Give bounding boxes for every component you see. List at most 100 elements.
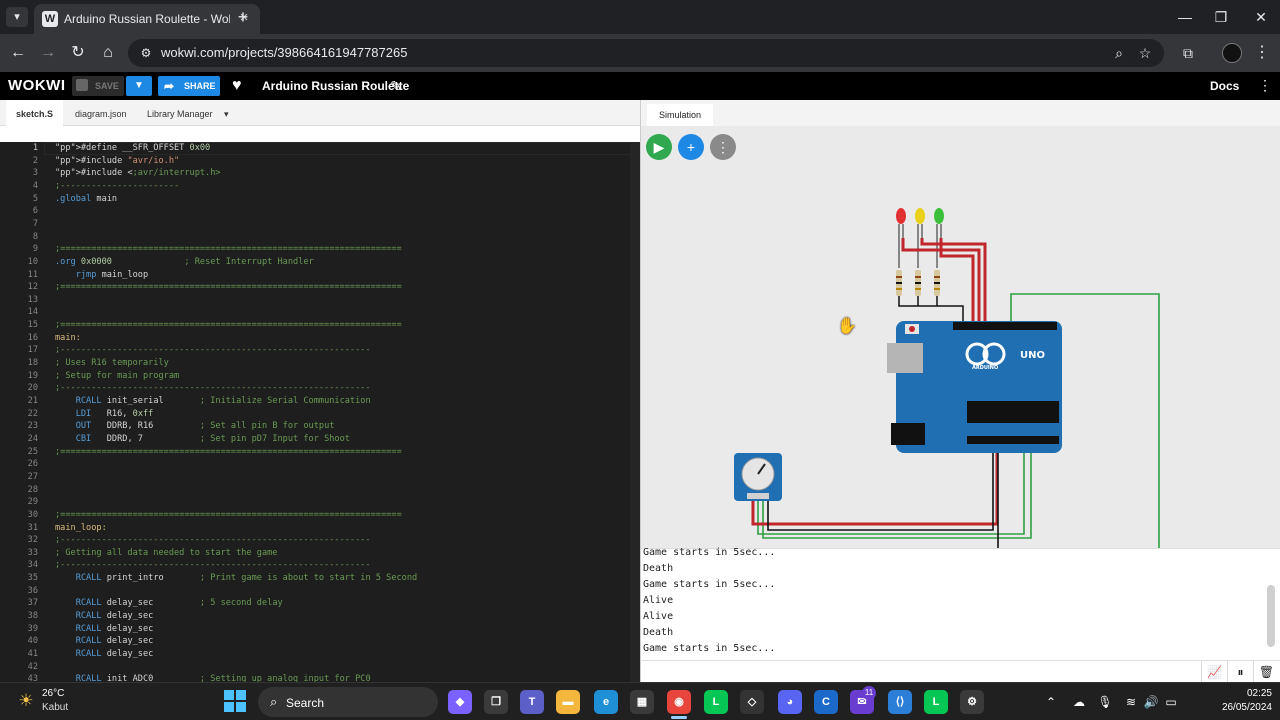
- code-line[interactable]: 31 main_loop:: [0, 522, 640, 535]
- code-text[interactable]: "pp">#include "avr/io.h": [55, 155, 179, 168]
- simulation-canvas[interactable]: ▶ + ⋮ UNO ARDUINO ✋: [640, 126, 1280, 548]
- file-explorer-icon[interactable]: ▬: [556, 690, 580, 714]
- reload-icon[interactable]: ↻: [68, 43, 88, 63]
- code-text[interactable]: RCALL init_ADC0 ; Setting up analog inpu…: [55, 673, 371, 682]
- code-line[interactable]: 13: [0, 294, 640, 307]
- code-line[interactable]: 29: [0, 496, 640, 509]
- code-text[interactable]: .global main: [55, 193, 117, 206]
- browser-tab[interactable]: W Arduino Russian Roulette - Wokwi ESP32…: [34, 4, 260, 34]
- code-text[interactable]: ;=======================================…: [55, 509, 402, 522]
- circuit-diagram[interactable]: UNO ARDUINO: [641, 126, 1280, 548]
- weather-description[interactable]: Kabut: [42, 702, 68, 713]
- copilot-icon[interactable]: ◆: [448, 690, 472, 714]
- code-line[interactable]: 28: [0, 484, 640, 497]
- url-text[interactable]: wokwi.com/projects/398664161947787265: [161, 45, 407, 60]
- window-close-icon[interactable]: ✕: [1252, 8, 1270, 26]
- code-text[interactable]: "pp">#include <;avr/interrupt.h>: [55, 167, 221, 180]
- tab-diagram-json[interactable]: diagram.json: [65, 100, 137, 126]
- code-line[interactable]: 17 ;-------------------------------------…: [0, 344, 640, 357]
- code-text[interactable]: ;---------------------------------------…: [55, 382, 371, 395]
- code-line[interactable]: 10 .org 0x0000 ; Reset Interrupt Handler: [0, 256, 640, 269]
- code-line[interactable]: 5 .global main: [0, 193, 640, 206]
- new-tab-icon[interactable]: +: [234, 8, 252, 26]
- code-line[interactable]: 23 OUT DDRB, R16 ; Set all pin B for out…: [0, 420, 640, 433]
- code-line[interactable]: 12 ;=====================================…: [0, 281, 640, 294]
- unity-icon[interactable]: ◇: [740, 690, 764, 714]
- weather-sun-icon[interactable]: ☀: [16, 691, 36, 711]
- code-line[interactable]: 42: [0, 661, 640, 674]
- tray-chevron-up-icon[interactable]: ⌃: [1042, 693, 1060, 711]
- code-line[interactable]: 9 ;======================================…: [0, 243, 640, 256]
- trash-clear-icon[interactable]: 🗑: [1253, 661, 1279, 683]
- code-text[interactable]: ; Setup for main program: [55, 370, 179, 383]
- code-text[interactable]: OUT DDRB, R16 ; Set all pin B for output: [55, 420, 335, 433]
- clock-time[interactable]: 02:25: [1216, 688, 1272, 699]
- save-options-chevron-icon[interactable]: ▼: [126, 76, 152, 96]
- code-line[interactable]: 2 "pp">#include "avr/io.h": [0, 155, 640, 168]
- plotter-chart-icon[interactable]: 📈: [1201, 661, 1227, 683]
- code-line[interactable]: 4 ;-----------------------: [0, 180, 640, 193]
- minimize-icon[interactable]: —: [1176, 8, 1194, 26]
- code-text[interactable]: CBI DDRD, 7 ; Set pin pD7 Input for Shoo…: [55, 433, 350, 446]
- docs-link[interactable]: Docs: [1210, 79, 1239, 93]
- code-editor[interactable]: 1 "pp">#define __SFR_OFFSET 0x00 2 "pp">#in…: [0, 142, 640, 682]
- tab-library-manager[interactable]: Library Manager: [137, 100, 223, 126]
- code-text[interactable]: ;---------------------------------------…: [55, 344, 371, 357]
- wokwi-logo[interactable]: WOKWI: [8, 77, 65, 94]
- code-line[interactable]: 3 "pp">#include <;avr/interrupt.h>: [0, 167, 640, 180]
- code-text[interactable]: ;=======================================…: [55, 243, 402, 256]
- tab-menu-chevron-icon[interactable]: ▾: [224, 100, 229, 128]
- weather-temperature[interactable]: 26°C: [42, 688, 64, 699]
- clock-date[interactable]: 26/05/2024: [1206, 702, 1272, 713]
- edge-icon[interactable]: e: [594, 690, 618, 714]
- code-text[interactable]: ;=======================================…: [55, 446, 402, 459]
- code-text[interactable]: ;=======================================…: [55, 319, 402, 332]
- save-button[interactable]: SAVE: [72, 76, 124, 96]
- start-windows-icon[interactable]: [224, 690, 246, 712]
- wifi-icon[interactable]: ≋: [1122, 693, 1140, 711]
- code-line[interactable]: 8: [0, 231, 640, 244]
- chrome-icon[interactable]: ◉: [667, 690, 691, 714]
- code-line[interactable]: 36: [0, 585, 640, 598]
- code-text[interactable]: .org 0x0000 ; Reset Interrupt Handler: [55, 256, 314, 269]
- code-line[interactable]: 34 ;-------------------------------------…: [0, 559, 640, 572]
- browser-menu-icon[interactable]: ⋮: [1252, 43, 1272, 63]
- site-info-icon[interactable]: ⚙: [138, 45, 154, 61]
- potentiometer[interactable]: [734, 453, 782, 501]
- code-line[interactable]: 22 LDI R16, 0xff: [0, 408, 640, 421]
- tab-simulation[interactable]: Simulation: [647, 104, 714, 126]
- code-text[interactable]: ;---------------------------------------…: [55, 559, 371, 572]
- code-line[interactable]: 15 ;=====================================…: [0, 319, 640, 332]
- code-text[interactable]: LDI R16, 0xff: [55, 408, 154, 421]
- code-text[interactable]: RCALL print_intro ; Print game is about …: [55, 572, 418, 585]
- profile-avatar[interactable]: [1222, 43, 1242, 63]
- volume-icon[interactable]: 🔊: [1142, 693, 1160, 711]
- address-bar[interactable]: ⚙ wokwi.com/projects/398664161947787265 …: [128, 39, 1164, 67]
- code-text[interactable]: RCALL delay_sec ; 5 second delay: [55, 597, 283, 610]
- task-view-icon[interactable]: ❐: [484, 690, 508, 714]
- code-text[interactable]: main:: [55, 332, 81, 345]
- code-text[interactable]: RCALL delay_sec: [55, 623, 154, 636]
- settings-gear-icon[interactable]: ⚙: [960, 690, 984, 714]
- battery-icon[interactable]: ▭: [1162, 693, 1180, 711]
- code-line[interactable]: 40 RCALL delay_sec: [0, 635, 640, 648]
- code-line[interactable]: 26: [0, 458, 640, 471]
- code-line[interactable]: 19 ; Setup for main program: [0, 370, 640, 383]
- serial-scrollbar[interactable]: [1267, 585, 1275, 647]
- code-line[interactable]: 21 RCALL init_serial ; Initialize Serial…: [0, 395, 640, 408]
- tab-search-dropdown-icon[interactable]: ▾: [6, 7, 28, 27]
- line-second-icon[interactable]: L: [924, 690, 948, 714]
- code-line[interactable]: 39 RCALL delay_sec: [0, 623, 640, 636]
- extensions-puzzle-icon[interactable]: ⧉: [1178, 43, 1198, 63]
- editor-scroll-gutter[interactable]: [630, 142, 640, 682]
- code-text[interactable]: "pp">#define __SFR_OFFSET 0x00: [55, 142, 210, 155]
- code-line[interactable]: 25 ;=====================================…: [0, 446, 640, 459]
- code-text[interactable]: rjmp main_loop: [55, 269, 148, 282]
- serial-input[interactable]: [643, 663, 1197, 681]
- resistors[interactable]: [896, 270, 940, 296]
- home-icon[interactable]: ⌂: [98, 43, 118, 63]
- code-text[interactable]: RCALL delay_sec: [55, 610, 154, 623]
- arduino-uno-board[interactable]: UNO ARDUINO: [887, 321, 1062, 453]
- heart-icon[interactable]: ♥: [232, 76, 242, 96]
- code-line[interactable]: 27: [0, 471, 640, 484]
